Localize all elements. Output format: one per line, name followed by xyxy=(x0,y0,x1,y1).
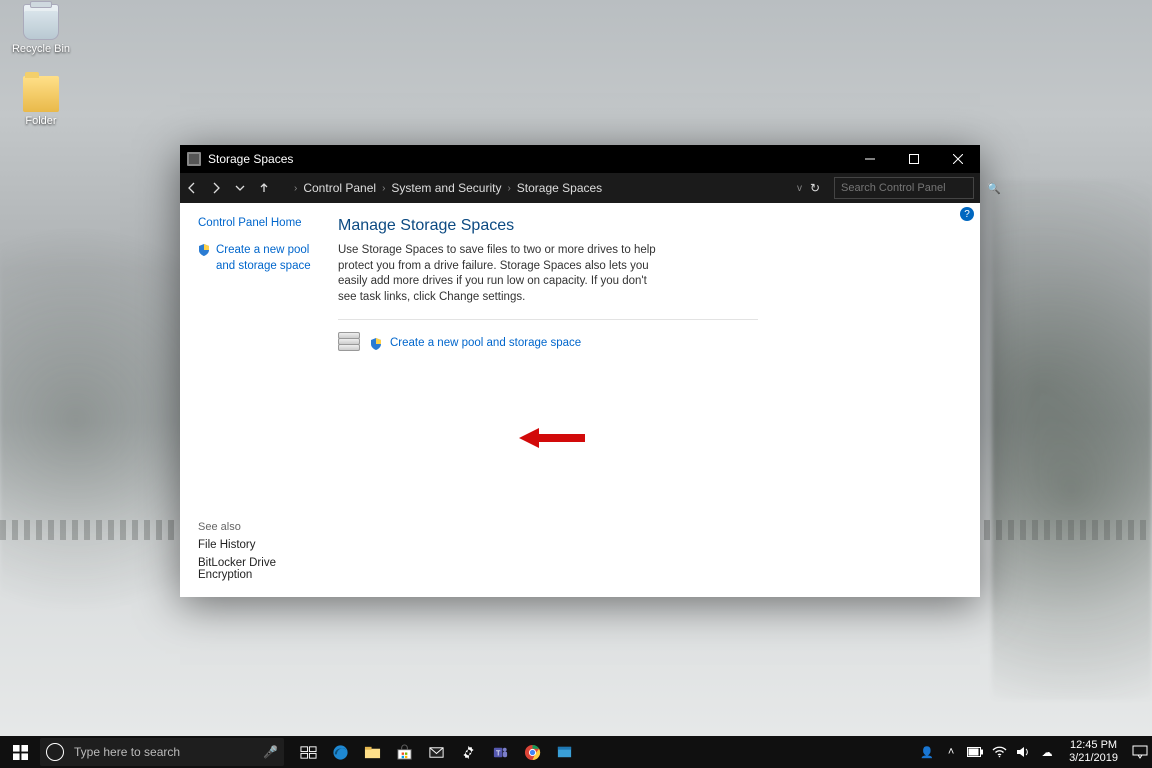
control-panel-search[interactable]: 🔍 xyxy=(834,177,974,199)
taskbar-search[interactable]: Type here to search 🎤 xyxy=(40,738,284,766)
create-pool-link[interactable]: Create a new pool and storage space xyxy=(390,337,581,349)
sidebar-create-pool-link[interactable]: Create a new pool and storage space xyxy=(198,243,322,274)
tray-overflow-button[interactable]: ˄ xyxy=(939,736,963,768)
control-panel-window: Storage Spaces › Control Panel › System … xyxy=(180,145,980,597)
system-tray: 👤 ˄ ☁ 12:45 PM 3/21/2019 xyxy=(915,736,1152,768)
folder-icon xyxy=(23,76,59,112)
storage-pool-icon xyxy=(338,332,362,354)
sidebar-item-label: Create a new pool and storage space xyxy=(216,243,322,274)
help-button[interactable]: ? xyxy=(960,207,974,221)
main-content: Manage Storage Spaces Use Storage Spaces… xyxy=(332,203,980,597)
recycle-bin-icon xyxy=(23,4,59,40)
window-titlebar[interactable]: Storage Spaces xyxy=(180,145,980,173)
taskbar-app-mail[interactable] xyxy=(420,736,452,768)
breadcrumb-item[interactable]: Control Panel xyxy=(303,181,376,195)
address-bar: › Control Panel › System and Security › … xyxy=(180,173,980,203)
storage-spaces-icon xyxy=(187,152,201,166)
search-placeholder: Type here to search xyxy=(74,745,180,759)
window-title: Storage Spaces xyxy=(208,152,293,166)
refresh-button[interactable]: ↻ xyxy=(802,181,828,195)
see-also-bitlocker[interactable]: BitLocker Drive Encryption xyxy=(198,557,322,581)
close-button[interactable] xyxy=(936,145,980,173)
desktop-icon-label: Folder xyxy=(6,115,76,127)
taskbar-app-teams[interactable]: T xyxy=(484,736,516,768)
tray-volume-icon[interactable] xyxy=(1011,736,1035,768)
chevron-right-icon: › xyxy=(507,183,510,194)
maximize-button[interactable] xyxy=(892,145,936,173)
tray-battery-icon[interactable] xyxy=(963,736,987,768)
search-icon: 🔍 xyxy=(987,182,1001,195)
task-view-button[interactable] xyxy=(292,736,324,768)
page-heading: Manage Storage Spaces xyxy=(338,217,952,235)
create-pool-action: Create a new pool and storage space xyxy=(338,332,952,354)
taskbar-app-edge[interactable] xyxy=(324,736,356,768)
chevron-right-icon: › xyxy=(382,183,385,194)
desktop: Recycle Bin Folder Storage Spaces › Cont… xyxy=(0,0,1152,768)
clock-date: 3/21/2019 xyxy=(1069,752,1118,765)
taskbar-app-settings[interactable] xyxy=(452,736,484,768)
svg-text:T: T xyxy=(495,748,500,757)
taskbar-app-chrome[interactable] xyxy=(516,736,548,768)
taskbar-app-file-explorer[interactable] xyxy=(356,736,388,768)
breadcrumb-item[interactable]: System and Security xyxy=(391,181,501,195)
cortana-icon xyxy=(46,743,64,761)
see-also-file-history[interactable]: File History xyxy=(198,539,322,551)
minimize-button[interactable] xyxy=(848,145,892,173)
action-center-button[interactable] xyxy=(1128,736,1152,768)
tray-onedrive-icon[interactable]: ☁ xyxy=(1035,736,1059,768)
desktop-icon-label: Recycle Bin xyxy=(6,43,76,55)
desktop-icon-folder[interactable]: Folder xyxy=(6,76,76,127)
taskbar-clock[interactable]: 12:45 PM 3/21/2019 xyxy=(1059,739,1128,764)
nav-forward-button[interactable] xyxy=(204,173,228,203)
nav-recent-button[interactable] xyxy=(228,173,252,203)
search-input[interactable] xyxy=(841,182,983,194)
page-description: Use Storage Spaces to save files to two … xyxy=(338,243,668,305)
nav-back-button[interactable] xyxy=(180,173,204,203)
nav-up-button[interactable] xyxy=(252,173,276,203)
see-also-header: See also xyxy=(198,521,322,533)
taskbar-app-store[interactable] xyxy=(388,736,420,768)
uac-shield-icon xyxy=(198,244,210,256)
taskbar-app-generic[interactable] xyxy=(548,736,580,768)
tray-wifi-icon[interactable] xyxy=(987,736,1011,768)
uac-shield-icon xyxy=(370,337,382,349)
start-button[interactable] xyxy=(0,736,40,768)
sidebar: Control Panel Home Create a new pool and… xyxy=(180,203,332,597)
clock-time: 12:45 PM xyxy=(1069,739,1118,752)
breadcrumb-item[interactable]: Storage Spaces xyxy=(517,181,602,195)
divider xyxy=(338,319,758,320)
tray-people-icon[interactable]: 👤 xyxy=(915,736,939,768)
taskbar: Type here to search 🎤 T xyxy=(0,736,1152,768)
breadcrumb: › Control Panel › System and Security › … xyxy=(282,181,797,195)
control-panel-home-link[interactable]: Control Panel Home xyxy=(198,217,322,229)
chevron-right-icon: › xyxy=(294,183,297,194)
microphone-icon[interactable]: 🎤 xyxy=(263,745,278,759)
window-body: ? Control Panel Home Create a new pool a… xyxy=(180,203,980,597)
desktop-icon-recycle-bin[interactable]: Recycle Bin xyxy=(6,4,76,55)
